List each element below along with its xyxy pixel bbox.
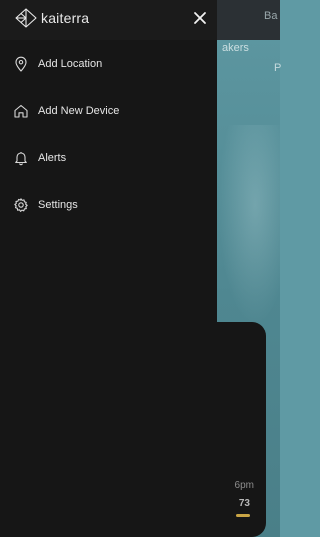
background-map-label-2: P (274, 62, 282, 74)
drawer-header: kaiterra (0, 0, 217, 40)
background-map-label: akers (222, 42, 249, 54)
kaiterra-logo: kaiterra (14, 6, 89, 30)
kaiterra-logo-icon (15, 8, 37, 28)
forecast-time: 6pm (234, 480, 254, 491)
navigation-drawer: kaiterra Add Location Add New Device Ale… (0, 0, 217, 537)
forecast-value: 73 (238, 498, 250, 509)
drawer-menu: Add Location Add New Device Alerts Setti… (0, 40, 217, 228)
menu-item-add-new-device[interactable]: Add New Device (0, 87, 217, 134)
menu-item-label: Settings (38, 198, 78, 211)
background-corner-text: Ba (264, 10, 278, 22)
bell-icon (13, 150, 29, 166)
close-drawer-button[interactable] (191, 9, 209, 27)
menu-item-settings[interactable]: Settings (0, 181, 217, 228)
gear-icon (13, 197, 29, 213)
location-pin-icon (13, 56, 29, 72)
menu-item-label: Alerts (38, 151, 67, 164)
menu-item-add-location[interactable]: Add Location (0, 40, 217, 87)
menu-item-alerts[interactable]: Alerts (0, 134, 217, 181)
menu-item-label: Add Location (38, 57, 103, 70)
home-icon (13, 103, 29, 119)
brand-name: kaiterra (41, 10, 90, 26)
forecast-level-bar (236, 514, 250, 517)
menu-item-label: Add New Device (38, 104, 120, 117)
background-map-texture (218, 125, 280, 325)
close-icon[interactable] (191, 9, 209, 27)
